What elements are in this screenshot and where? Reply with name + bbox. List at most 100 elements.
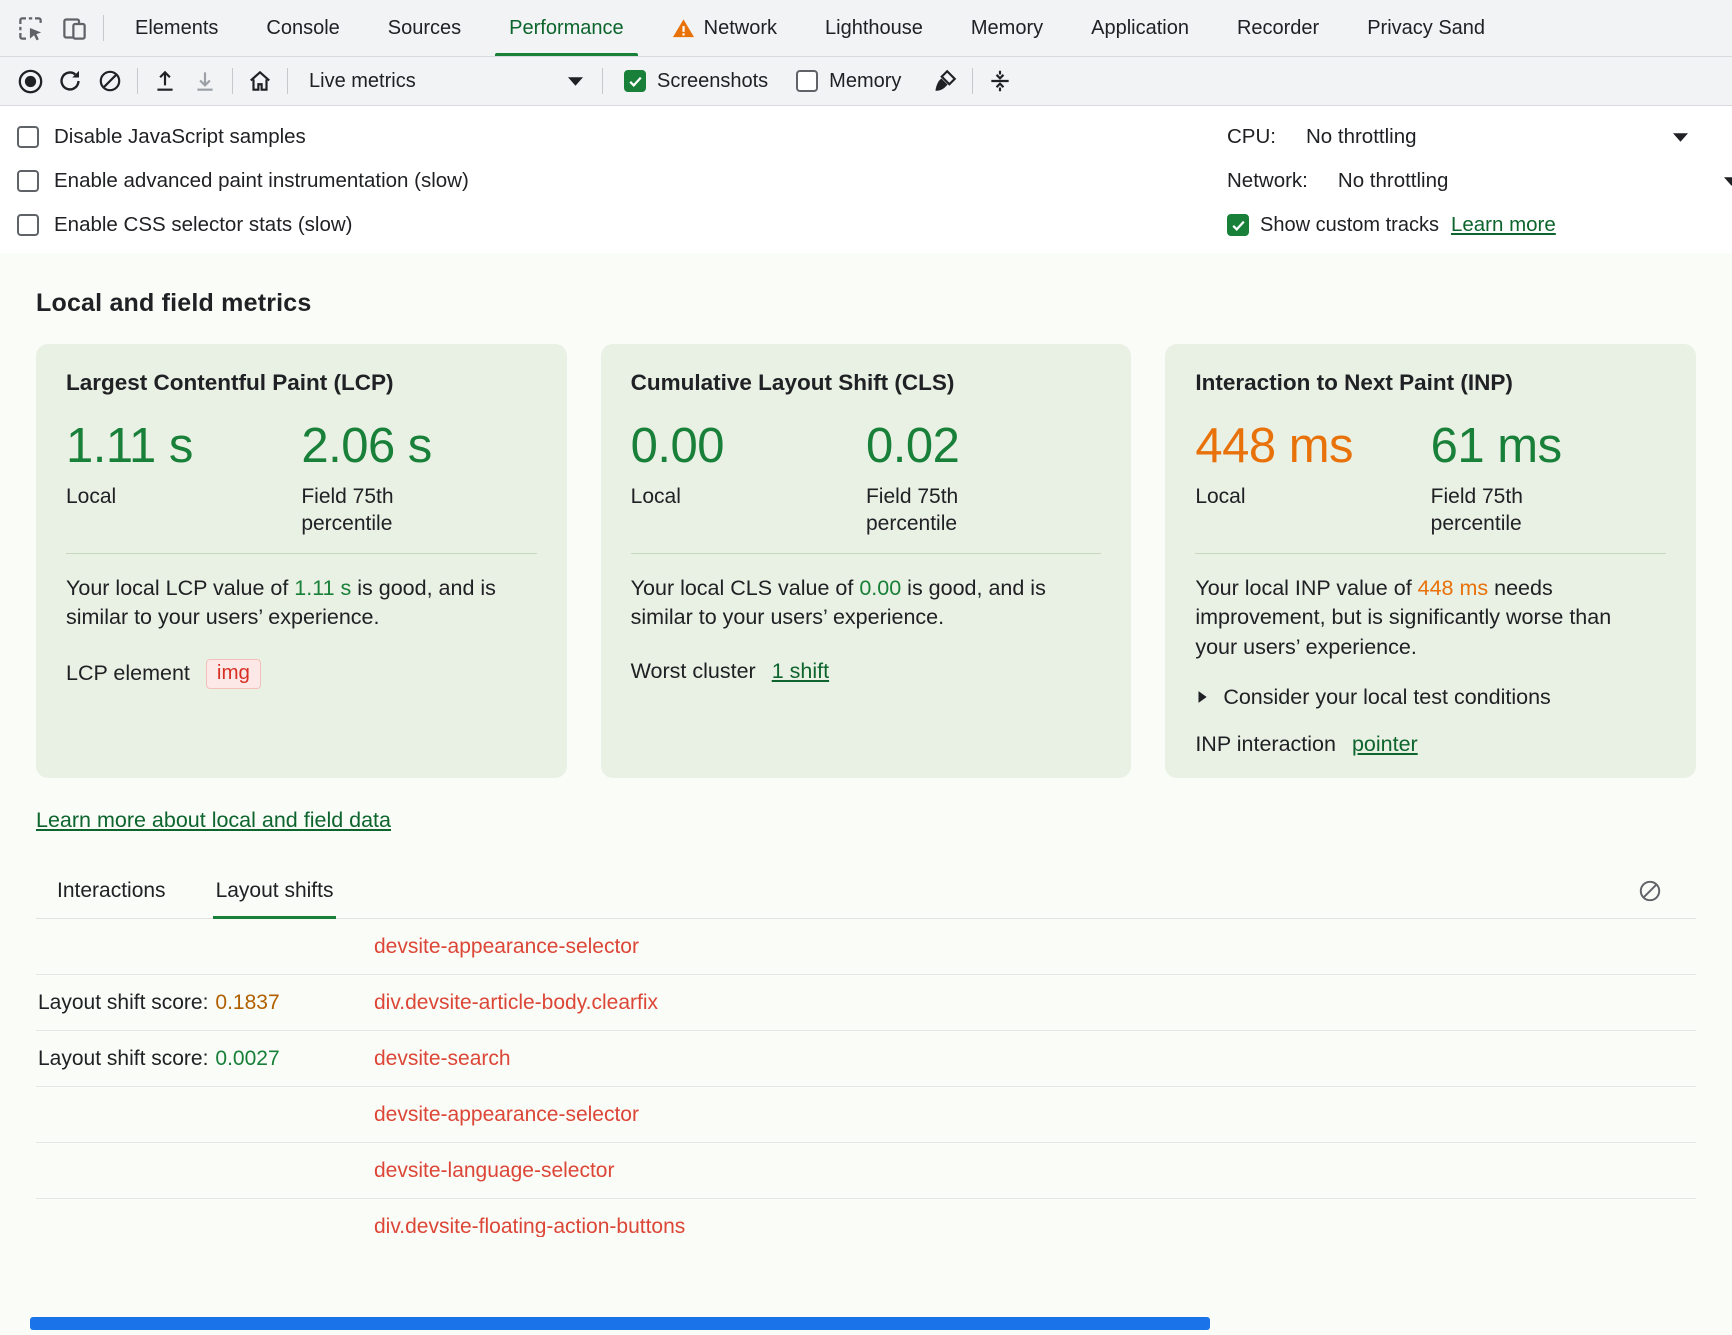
- cpu-throttling-select[interactable]: No throttling: [1306, 125, 1417, 149]
- shift-element-link[interactable]: devsite-appearance-selector: [374, 935, 639, 959]
- tab-layout-shifts[interactable]: Layout shifts: [213, 869, 337, 918]
- clear-recording-button[interactable]: [90, 63, 130, 99]
- screenshots-checkbox-group[interactable]: Screenshots: [610, 70, 782, 93]
- memory-checkbox-group[interactable]: Memory: [782, 70, 915, 93]
- lcp-field-label: Field 75th percentile: [301, 483, 433, 538]
- tab-label: Network: [704, 17, 777, 40]
- checkbox-unchecked-icon[interactable]: [17, 214, 39, 236]
- inp-field-value: 61 ms: [1431, 418, 1666, 474]
- lcp-inline-value: 1.11 s: [294, 576, 351, 600]
- panel-mode-select[interactable]: Live metrics: [295, 63, 595, 99]
- divider: [1195, 553, 1666, 554]
- cls-description: Your local CLS value of 0.00 is good, an…: [631, 574, 1069, 633]
- live-metrics-log: Interactions Layout shifts devsite-appea…: [36, 869, 1696, 1237]
- shift-element-link[interactable]: div.devsite-floating-action-buttons: [374, 1215, 685, 1238]
- layout-shift-row[interactable]: Layout shift score:0.0027 devsite-search: [36, 1031, 1696, 1087]
- checkbox-checked-icon[interactable]: [624, 70, 646, 92]
- tab-application[interactable]: Application: [1067, 0, 1213, 56]
- cpu-throttling-row: CPU: No throttling: [1227, 115, 1732, 159]
- check-icon: [627, 73, 644, 90]
- inp-local-value: 448 ms: [1195, 418, 1430, 474]
- shift-element-link[interactable]: devsite-appearance-selector: [374, 1103, 639, 1127]
- tab-recorder[interactable]: Recorder: [1213, 0, 1343, 56]
- tab-label: Console: [266, 17, 339, 40]
- disable-js-samples-row[interactable]: Disable JavaScript samples: [17, 115, 469, 159]
- tab-memory[interactable]: Memory: [947, 0, 1067, 56]
- warning-icon: [672, 17, 695, 40]
- tab-interactions[interactable]: Interactions: [54, 869, 169, 918]
- record-button[interactable]: [10, 63, 50, 99]
- tab-label: Application: [1091, 17, 1189, 40]
- lcp-local-label: Local: [66, 483, 198, 510]
- tab-label: Recorder: [1237, 17, 1319, 40]
- checkbox-checked-icon[interactable]: [1227, 214, 1249, 236]
- garbage-collect-button[interactable]: [925, 63, 965, 99]
- css-selector-stats-row[interactable]: Enable CSS selector stats (slow): [17, 203, 469, 247]
- cls-values: 0.00 Local 0.02 Field 75th percentile: [631, 418, 1102, 538]
- lcp-card: Largest Contentful Paint (LCP) 1.11 s Lo…: [36, 344, 567, 778]
- tab-performance[interactable]: Performance: [485, 0, 648, 56]
- collapse-tracks-button[interactable]: [980, 63, 1020, 99]
- clear-icon: [1637, 878, 1663, 904]
- tab-network[interactable]: Network: [648, 0, 801, 56]
- chevron-down-icon[interactable]: [1673, 133, 1688, 142]
- layout-shift-row[interactable]: div.devsite-floating-action-buttons: [36, 1199, 1696, 1237]
- inp-field-label: Field 75th percentile: [1431, 483, 1563, 538]
- metrics-heading: Local and field metrics: [36, 253, 1696, 318]
- inp-card-title: Interaction to Next Paint (INP): [1195, 370, 1666, 396]
- device-toolbar-button[interactable]: [52, 8, 96, 48]
- layout-shift-row[interactable]: devsite-appearance-selector: [36, 919, 1696, 975]
- checkbox-unchecked-icon[interactable]: [796, 70, 818, 92]
- lcp-description: Your local LCP value of 1.11 s is good, …: [66, 574, 504, 633]
- local-test-conditions-label: Consider your local test conditions: [1223, 685, 1550, 710]
- lcp-card-title: Largest Contentful Paint (LCP): [66, 370, 537, 396]
- tab-sources[interactable]: Sources: [364, 0, 485, 56]
- brush-icon: [932, 68, 958, 94]
- clear-log-button[interactable]: [1630, 873, 1670, 909]
- screenshots-label: Screenshots: [657, 70, 768, 93]
- lcp-element-row: LCP element img: [66, 659, 537, 689]
- disable-js-samples-label: Disable JavaScript samples: [54, 125, 306, 149]
- live-metrics-view: Local and field metrics Largest Contentf…: [0, 253, 1732, 1335]
- memory-label: Memory: [829, 70, 901, 93]
- download-icon: [192, 68, 218, 94]
- lcp-element-link[interactable]: img: [206, 659, 261, 689]
- cls-inline-value: 0.00: [859, 576, 901, 600]
- custom-tracks-checkbox-group[interactable]: Show custom tracks: [1227, 214, 1439, 237]
- load-profile-button[interactable]: [145, 63, 185, 99]
- layout-shift-row[interactable]: devsite-language-selector: [36, 1143, 1696, 1199]
- layout-shift-row[interactable]: Layout shift score:0.1837 div.devsite-ar…: [36, 975, 1696, 1031]
- custom-tracks-learn-more-link[interactable]: Learn more: [1451, 213, 1556, 237]
- device-toolbar-icon: [61, 15, 88, 42]
- tab-lighthouse[interactable]: Lighthouse: [801, 0, 947, 56]
- local-test-conditions-expander[interactable]: Consider your local test conditions: [1195, 685, 1666, 710]
- divider: [602, 68, 603, 94]
- inp-interaction-link[interactable]: pointer: [1352, 732, 1418, 757]
- checkbox-unchecked-icon[interactable]: [17, 170, 39, 192]
- check-icon: [1230, 217, 1247, 234]
- local-field-data-learn-more-link[interactable]: Learn more about local and field data: [36, 808, 391, 833]
- shift-element-link[interactable]: div.devsite-article-body.clearfix: [374, 991, 658, 1015]
- home-button[interactable]: [240, 63, 280, 99]
- chevron-down-icon[interactable]: [1724, 177, 1732, 186]
- tab-privacy-sandbox[interactable]: Privacy Sand: [1343, 0, 1509, 56]
- shift-element-link[interactable]: devsite-language-selector: [374, 1159, 614, 1183]
- css-selector-stats-label: Enable CSS selector stats (slow): [54, 213, 353, 237]
- inspect-element-button[interactable]: [8, 8, 52, 48]
- shift-score-cell: Layout shift score:0.1837: [38, 991, 374, 1015]
- checkbox-unchecked-icon[interactable]: [17, 126, 39, 148]
- advanced-paint-row[interactable]: Enable advanced paint instrumentation (s…: [17, 159, 469, 203]
- layout-shift-row[interactable]: devsite-appearance-selector: [36, 1087, 1696, 1143]
- shift-element-link[interactable]: devsite-search: [374, 1047, 511, 1071]
- save-profile-button[interactable]: [185, 63, 225, 99]
- tab-console[interactable]: Console: [242, 0, 363, 56]
- settings-checkbox-list: Disable JavaScript samples Enable advanc…: [17, 115, 469, 247]
- reload-and-record-button[interactable]: [50, 63, 90, 99]
- tab-elements[interactable]: Elements: [111, 0, 242, 56]
- cls-worst-cluster-link[interactable]: 1 shift: [772, 659, 829, 684]
- network-throttling-select[interactable]: No throttling: [1338, 169, 1449, 193]
- panel-mode-value: Live metrics: [309, 70, 416, 93]
- cls-local-value: 0.00: [631, 418, 866, 474]
- layout-shift-list: devsite-appearance-selector Layout shift…: [36, 919, 1696, 1237]
- selection-highlight-bar: [30, 1317, 1210, 1330]
